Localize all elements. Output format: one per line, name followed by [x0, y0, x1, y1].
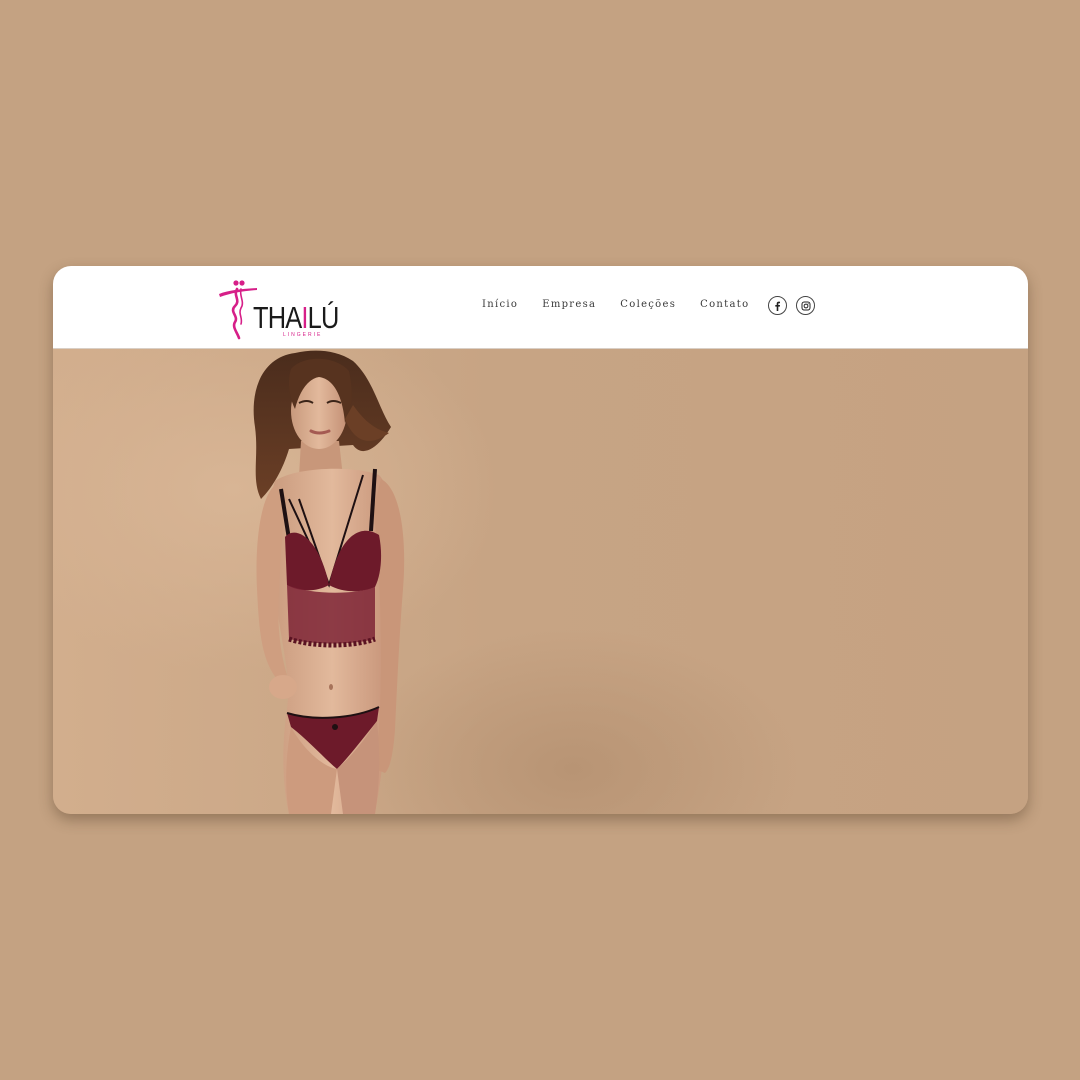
brand-name-part1: THA [253, 300, 302, 335]
brand-wordmark: THAILÚ [253, 300, 340, 335]
nav-item-inicio[interactable]: Início [482, 299, 518, 310]
nav-item-empresa[interactable]: Empresa [542, 299, 596, 310]
site-header: THAILÚ LINGERIE Início Empresa Coleções … [53, 266, 1028, 349]
brand-tagline: LINGERIE [283, 332, 323, 338]
hero-model-image [253, 350, 405, 814]
nav-item-colecoes[interactable]: Coleções [620, 299, 676, 310]
brand-logo[interactable]: THAILÚ LINGERIE [219, 278, 339, 340]
nav-item-contato[interactable]: Contato [700, 299, 749, 310]
facebook-link[interactable] [768, 296, 787, 315]
hero-banner [53, 349, 1028, 814]
main-nav: Início Empresa Coleções Contato [482, 299, 773, 310]
brand-name-part2: LÚ [307, 300, 340, 335]
instagram-link[interactable] [796, 296, 815, 315]
facebook-icon [775, 301, 780, 311]
social-links [768, 296, 815, 315]
browser-window: THAILÚ LINGERIE Início Empresa Coleções … [53, 266, 1028, 814]
instagram-icon [801, 301, 810, 310]
